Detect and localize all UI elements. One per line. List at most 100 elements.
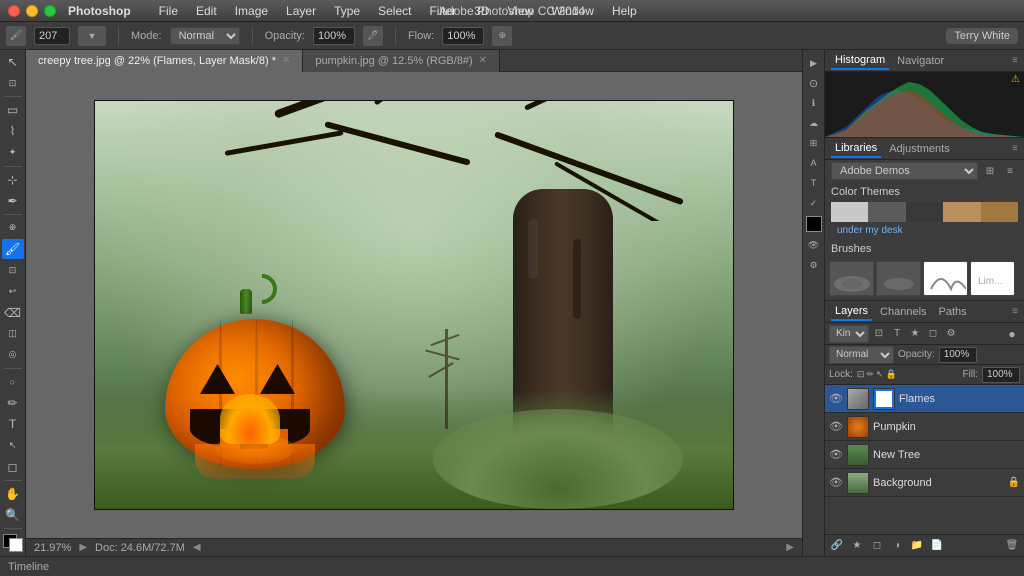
user-name[interactable]: Terry White xyxy=(946,28,1018,44)
tab-navigator[interactable]: Navigator xyxy=(893,53,948,69)
add-mask-button[interactable]: ◻ xyxy=(869,538,885,554)
sidebar-icon-1[interactable]: ▶ xyxy=(805,54,823,72)
brush-picker-icon[interactable]: ▼ xyxy=(78,26,106,46)
lock-brush-icon[interactable]: ✏ xyxy=(866,369,874,380)
menu-edit[interactable]: Edit xyxy=(188,2,225,20)
sidebar-icon-2[interactable]: ⊙ xyxy=(805,74,823,92)
sidebar-icon-6[interactable]: A xyxy=(805,154,823,172)
sidebar-icon-7[interactable]: T xyxy=(805,174,823,192)
new-group-button[interactable]: 📁 xyxy=(909,538,925,554)
clone-tool[interactable]: ⊡ xyxy=(2,260,24,280)
layer-new-tree[interactable]: 👁 New Tree xyxy=(825,441,1024,469)
sidebar-icon-3[interactable]: ℹ xyxy=(805,94,823,112)
eraser-tool[interactable]: ⌫ xyxy=(2,302,24,322)
text-tool[interactable]: T xyxy=(2,414,24,434)
zoom-arrow[interactable]: ▶ xyxy=(79,542,87,553)
timeline-label[interactable]: Timeline xyxy=(8,561,49,573)
sidebar-icon-8[interactable]: ✓ xyxy=(805,194,823,212)
blur-tool[interactable]: ◎ xyxy=(2,345,24,365)
histogram-close[interactable]: ≡ xyxy=(1012,55,1018,66)
eyedropper-tool[interactable]: ✒ xyxy=(2,191,24,211)
flow-input[interactable] xyxy=(442,27,484,45)
maximize-button[interactable] xyxy=(44,5,56,17)
brush-size-input[interactable] xyxy=(34,27,70,45)
canvas-image[interactable] xyxy=(94,100,734,510)
path-select-tool[interactable]: ↖ xyxy=(2,435,24,455)
close-tab-creepy[interactable]: ✕ xyxy=(282,55,290,66)
opacity-input[interactable] xyxy=(313,27,355,45)
artboard-tool[interactable]: ⊡ xyxy=(2,73,24,93)
history-tool[interactable]: ↩ xyxy=(2,281,24,301)
brush-1[interactable] xyxy=(829,261,874,296)
lock-all-icon[interactable]: 🔒 xyxy=(886,369,897,380)
move-tool[interactable]: ↖ xyxy=(2,52,24,72)
layer-kind-select[interactable]: Kind xyxy=(829,325,869,343)
lock-move-icon[interactable]: ↖ xyxy=(876,369,884,380)
layers-close[interactable]: ≡ xyxy=(1012,306,1018,317)
sidebar-icon-eye[interactable]: 👁 xyxy=(805,236,823,254)
mode-select[interactable]: Normal Multiply Screen xyxy=(170,27,240,45)
layer-fx-button[interactable]: ★ xyxy=(849,538,865,554)
menu-type[interactable]: Type xyxy=(326,2,368,20)
tab-pumpkin[interactable]: pumpkin.jpg @ 12.5% (RGB/8#) ✕ xyxy=(303,50,500,72)
close-tab-pumpkin[interactable]: ✕ xyxy=(479,55,487,66)
menu-file[interactable]: File xyxy=(151,2,186,20)
fill-input[interactable] xyxy=(982,367,1020,383)
color-box[interactable] xyxy=(806,216,822,232)
library-list-icon[interactable]: ≡ xyxy=(1002,163,1018,179)
new-adjustment-button[interactable]: ◑ xyxy=(889,538,905,554)
sidebar-icon-lock[interactable]: ⚙ xyxy=(805,256,823,274)
filter-toggle[interactable]: ● xyxy=(1004,326,1020,342)
canvas-wrapper[interactable] xyxy=(26,72,802,538)
tab-libraries[interactable]: Libraries xyxy=(831,140,881,158)
brush-2[interactable] xyxy=(876,261,921,296)
menu-layer[interactable]: Layer xyxy=(278,2,324,20)
layer-pumpkin[interactable]: 👁 Pumpkin xyxy=(825,413,1024,441)
foreground-background-colors[interactable] xyxy=(3,534,23,552)
brush-3[interactable] xyxy=(923,261,968,296)
nav-arrow[interactable]: ▶ xyxy=(786,542,794,553)
layer-visibility-pumpkin[interactable]: 👁 xyxy=(829,420,843,433)
tab-histogram[interactable]: Histogram xyxy=(831,52,889,70)
layer-flames[interactable]: 👁 Flames xyxy=(825,385,1024,413)
healing-tool[interactable]: ⊕ xyxy=(2,218,24,238)
link-layers-icon[interactable]: 🔗 xyxy=(829,538,845,554)
library-select[interactable]: Adobe Demos xyxy=(831,162,978,180)
library-grid-icon[interactable]: ⊞ xyxy=(982,163,998,179)
swatch-2[interactable] xyxy=(868,202,905,222)
tab-creepy-tree[interactable]: creepy tree.jpg @ 22% (Flames, Layer Mas… xyxy=(26,50,303,72)
menu-select[interactable]: Select xyxy=(370,2,419,20)
swatch-4[interactable] xyxy=(943,202,980,222)
lock-transparent-icon[interactable]: ⊡ xyxy=(857,369,865,380)
shape-tool[interactable]: ◻ xyxy=(2,457,24,477)
menu-help[interactable]: Help xyxy=(604,2,645,20)
layer-type-icon[interactable]: T xyxy=(889,326,905,342)
brush-tool-icon[interactable]: 🖌 xyxy=(6,26,26,46)
swatch-5[interactable] xyxy=(981,202,1018,222)
layer-opacity-input[interactable] xyxy=(939,347,977,363)
layer-smart-icon[interactable]: ⚙ xyxy=(943,326,959,342)
layer-visibility-background[interactable]: 👁 xyxy=(829,476,843,489)
menu-image[interactable]: Image xyxy=(227,2,276,20)
minimize-button[interactable] xyxy=(26,5,38,17)
sidebar-icon-4[interactable]: ☁ xyxy=(805,114,823,132)
crop-tool[interactable]: ⊹ xyxy=(2,170,24,190)
marquee-tool[interactable]: ▭ xyxy=(2,100,24,120)
color-swatch-row[interactable] xyxy=(831,202,1018,222)
layer-visibility-flames[interactable]: 👁 xyxy=(829,392,843,405)
opacity-icon[interactable]: 🖊 xyxy=(363,26,383,46)
pen-tool[interactable]: ✏ xyxy=(2,393,24,413)
libraries-close[interactable]: ≡ xyxy=(1012,143,1018,154)
hand-tool[interactable]: ✋ xyxy=(2,484,24,504)
flow-icon[interactable]: ⊕ xyxy=(492,26,512,46)
filter-icon[interactable]: ⊡ xyxy=(871,326,887,342)
tab-channels[interactable]: Channels xyxy=(876,304,930,320)
tab-adjustments[interactable]: Adjustments xyxy=(885,141,954,157)
layer-background[interactable]: 👁 Background 🔒 xyxy=(825,469,1024,497)
swatch-1[interactable] xyxy=(831,202,868,222)
tab-paths[interactable]: Paths xyxy=(935,304,971,320)
layer-mask-icon[interactable]: ◻ xyxy=(925,326,941,342)
swatch-3[interactable] xyxy=(906,202,943,222)
delete-layer-button[interactable]: 🗑 xyxy=(1004,538,1020,554)
brush-tool[interactable]: 🖌 xyxy=(2,239,24,259)
